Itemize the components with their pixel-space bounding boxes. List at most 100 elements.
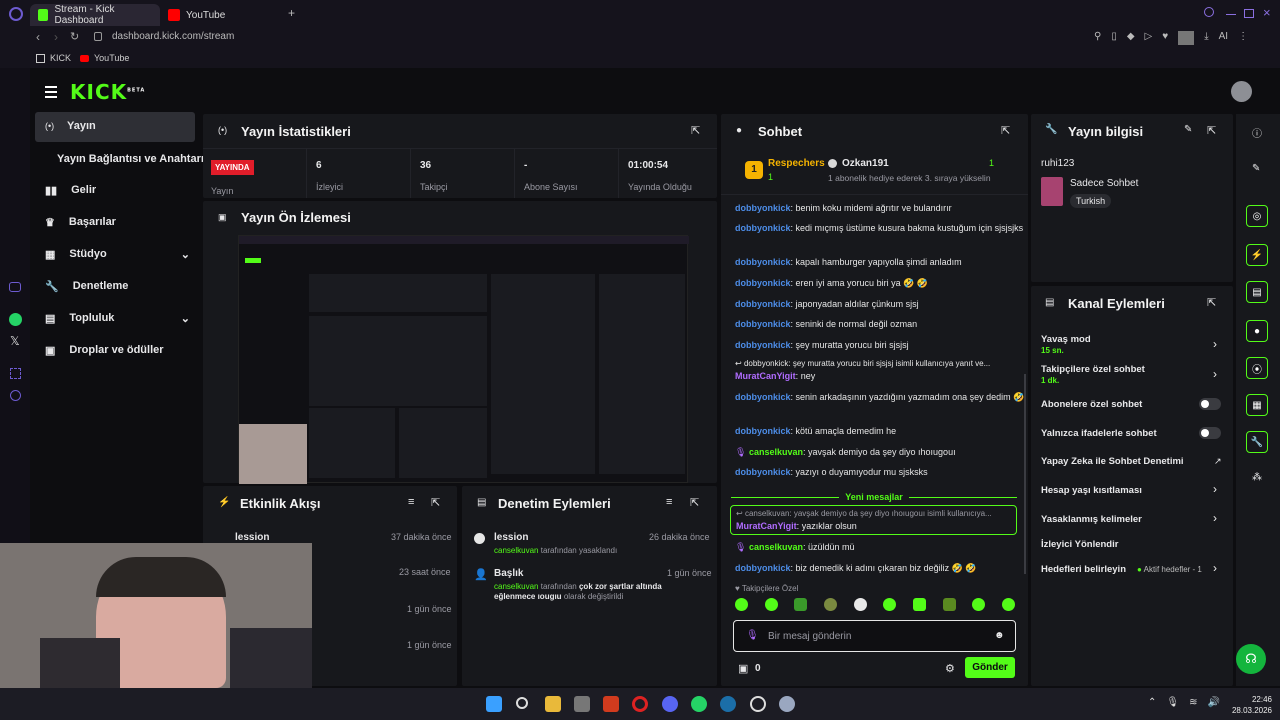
browser-menu-icon[interactable] — [9, 7, 23, 21]
bookmark-kick[interactable]: KICK — [36, 53, 71, 63]
start-icon[interactable] — [486, 696, 502, 712]
emote-icon[interactable] — [794, 598, 808, 611]
emote-icon[interactable] — [823, 598, 837, 611]
sidebar-item-studyo[interactable]: ▦ Stüdyo ⌄ — [45, 248, 190, 261]
action-account-age[interactable]: Hesap yaşı kısıtlaması › — [1041, 482, 1223, 501]
chevron-down-icon[interactable]: ⌄ — [181, 312, 190, 325]
lightning-action-button[interactable]: ⚡ — [1246, 244, 1268, 266]
clock[interactable]: 22:46 28.03.2026 — [1230, 694, 1272, 716]
steam-icon[interactable] — [720, 696, 736, 712]
sidebar-item-topluluk[interactable]: ▤ Topluluk ⌄ — [45, 312, 190, 325]
emote-icon[interactable] — [912, 598, 926, 611]
settings-icon[interactable] — [779, 696, 795, 712]
popout-icon[interactable]: ⇱ — [1207, 124, 1216, 137]
pin-icon[interactable]: ⚲ — [1094, 31, 1101, 45]
sidebar-item-gelir[interactable]: ▮▮ Gelir — [45, 184, 96, 197]
new-messages-divider[interactable]: Yeni mesajlar — [731, 492, 1018, 502]
emote-icon[interactable] — [764, 598, 778, 611]
user-avatar[interactable] — [1231, 81, 1252, 102]
more-menu-icon[interactable]: ⋮ — [1238, 31, 1248, 45]
ai-button[interactable]: AI — [1219, 31, 1228, 45]
edit-icon[interactable]: ✎ — [1252, 163, 1260, 174]
filter-icon[interactable]: ≡ — [666, 496, 672, 508]
discord-icon[interactable] — [662, 696, 678, 712]
play-icon[interactable]: ▷ — [1145, 31, 1153, 45]
emote-icon[interactable] — [942, 598, 956, 611]
app-icon[interactable] — [574, 696, 590, 712]
maximize-icon[interactable] — [1244, 9, 1254, 18]
chevron-up-icon[interactable]: ⌃ — [1148, 697, 1156, 708]
popout-icon[interactable]: ⇱ — [1001, 124, 1010, 137]
office-icon[interactable] — [603, 696, 619, 712]
kick-logo[interactable]: KICKBETA — [70, 80, 145, 104]
emote-icon[interactable] — [1001, 598, 1015, 611]
bookmark-icon[interactable]: ▯ — [1111, 31, 1117, 45]
obs-icon[interactable] — [750, 696, 766, 712]
volume-icon[interactable]: 🔊 — [1207, 697, 1219, 708]
chevron-down-icon[interactable]: ⌄ — [181, 248, 190, 261]
profile-avatar[interactable] — [1178, 31, 1195, 45]
emote-icon[interactable] — [883, 598, 897, 611]
action-ai-moderation[interactable]: Yapay Zeka ile Sohbet Denetimi ↗ — [1041, 456, 1223, 472]
wrench-action-button[interactable]: 🔧 — [1246, 431, 1268, 453]
action-goals[interactable]: Hedefleri belirleyin ● Aktif hedefler - … — [1041, 561, 1223, 580]
forward-icon[interactable]: › — [54, 30, 58, 44]
sidebar-item-yayin[interactable]: (•) Yayın — [35, 112, 195, 142]
sidebar-item-droplar[interactable]: ▣ Droplar ve ödüller — [45, 344, 164, 357]
filter-icon[interactable]: ≡ — [408, 496, 414, 508]
tab-youtube[interactable]: YouTube — [160, 4, 280, 26]
emote-only-toggle[interactable] — [1199, 427, 1221, 439]
support-button[interactable]: ☊ — [1236, 644, 1266, 674]
whatsapp-icon[interactable] — [9, 313, 22, 326]
camera-action-button[interactable]: ◎ — [1246, 205, 1268, 227]
sidebar-item-stream-key[interactable]: Yayın Bağlantısı ve Anahtarı — [57, 153, 204, 165]
drag-handle-icon[interactable]: ⁂ — [1252, 472, 1262, 483]
file-explorer-icon[interactable] — [545, 696, 561, 712]
search-icon[interactable] — [516, 697, 528, 709]
wifi-icon[interactable]: ≋ — [1189, 697, 1197, 708]
popout-icon[interactable]: ⇱ — [431, 496, 440, 509]
bookmark-youtube[interactable]: YouTube — [80, 53, 129, 63]
sidebar-item-basarilar[interactable]: ♛ Başarılar — [45, 216, 116, 229]
action-raid[interactable]: İzleyici Yönlendir — [1041, 539, 1223, 555]
settings-icon[interactable] — [10, 390, 21, 401]
messenger-icon[interactable] — [9, 282, 21, 292]
emote-icon[interactable] — [972, 598, 986, 611]
emoji-icon[interactable]: ☻ — [994, 630, 1005, 641]
back-icon[interactable]: ‹ — [36, 30, 40, 44]
sidebar-item-denetleme[interactable]: 🔧 Denetleme — [45, 280, 128, 293]
hamburger-menu-icon[interactable] — [45, 86, 57, 98]
popout-icon[interactable]: ⇱ — [1207, 296, 1216, 309]
whatsapp-icon[interactable] — [691, 696, 707, 712]
points-icon[interactable]: ▣ — [738, 662, 748, 675]
broadcast-action-button[interactable]: ⦿ — [1246, 357, 1268, 379]
chat-input[interactable]: 🎙 Bir mesaj gönderin ☻ — [733, 620, 1016, 652]
edit-icon[interactable]: ✎ — [1184, 124, 1192, 135]
x-icon[interactable]: 𝕏 — [10, 334, 20, 348]
tag-pill[interactable]: Turkish — [1070, 194, 1112, 208]
popout-icon[interactable]: ⇱ — [691, 124, 700, 137]
emote-icon[interactable] — [853, 598, 867, 611]
send-button[interactable]: Gönder — [965, 657, 1015, 678]
popout-icon[interactable]: ⇱ — [690, 496, 699, 509]
subs-only-toggle[interactable] — [1199, 398, 1221, 410]
chat-settings-icon[interactable]: ⚙ — [945, 662, 955, 675]
minimize-icon[interactable] — [1226, 14, 1236, 15]
emote-icon[interactable] — [735, 598, 748, 611]
tab-kick-dashboard[interactable]: Stream - Kick Dashboard — [30, 4, 160, 26]
url-field[interactable]: dashboard.kick.com/stream — [112, 31, 234, 42]
action-followers-only[interactable]: Takipçilere özel sohbet 1 dk. › — [1041, 364, 1223, 390]
panel-action-button[interactable]: ▦ — [1246, 394, 1268, 416]
new-tab-icon[interactable]: + — [288, 6, 295, 20]
mic-icon[interactable]: 🎙 — [1166, 697, 1179, 708]
close-window-icon[interactable]: × — [1263, 5, 1271, 20]
reload-icon[interactable]: ↻ — [70, 30, 79, 43]
chat-action-button[interactable]: ● — [1246, 320, 1268, 342]
download-icon[interactable]: ⤓ — [1204, 31, 1208, 45]
search-tabs-icon[interactable] — [1204, 7, 1214, 17]
info-icon[interactable]: ⓘ — [1252, 125, 1262, 140]
heart-icon[interactable]: ♥ — [1162, 31, 1168, 45]
preview-video[interactable] — [238, 235, 689, 484]
action-banned-words[interactable]: Yasaklanmış kelimeler › — [1041, 511, 1223, 530]
mic-icon[interactable]: 🎙 — [746, 630, 759, 641]
